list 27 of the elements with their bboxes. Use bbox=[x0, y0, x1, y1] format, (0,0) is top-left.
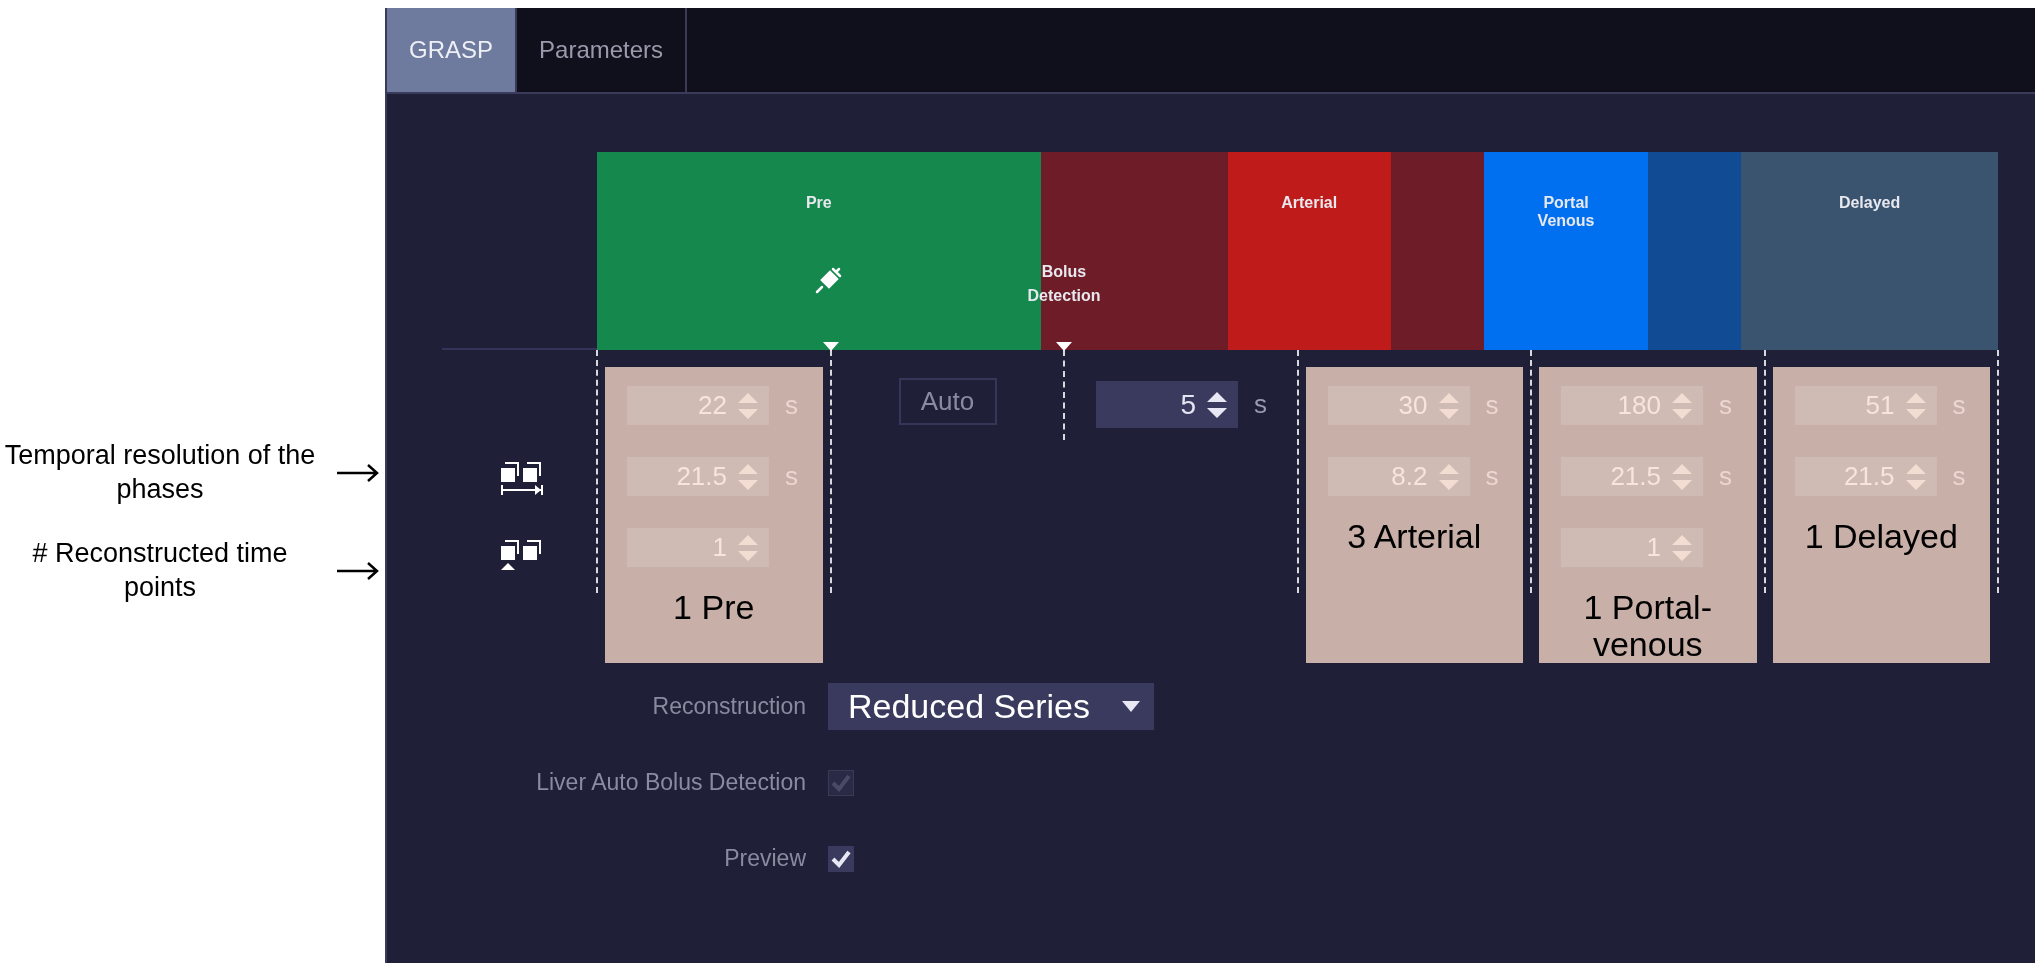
syringe-icon bbox=[813, 266, 843, 296]
annotation-text: 3 Arterial bbox=[1346, 518, 1483, 556]
marker-icon[interactable] bbox=[822, 342, 839, 351]
setting-label: Liver Auto Bolus Detection bbox=[535, 769, 806, 796]
phase-label: Delayed bbox=[1837, 194, 1902, 212]
marker-icon[interactable] bbox=[1056, 342, 1072, 351]
annotation-text: 1 Portal-venous bbox=[1582, 589, 1713, 664]
phase-label: Portal Venous bbox=[1536, 194, 1596, 230]
bolus-detection-label: Bolus Detection bbox=[1026, 262, 1102, 306]
dropdown[interactable]: Reduced Series bbox=[828, 683, 1154, 730]
number-field[interactable]: 5 bbox=[1096, 381, 1238, 428]
phase-label: Pre bbox=[804, 194, 833, 212]
tab[interactable]: Parameters bbox=[517, 8, 688, 92]
auto-button[interactable]: Auto bbox=[898, 378, 997, 425]
setting-label: Preview bbox=[723, 845, 806, 872]
pointer-arrow bbox=[336, 463, 380, 483]
tab[interactable]: GRASP bbox=[387, 8, 518, 92]
phase-label: Arterial bbox=[1280, 194, 1339, 212]
setting-label: Reconstruction bbox=[651, 693, 806, 720]
annotation-text: 1 Pre bbox=[672, 589, 756, 627]
annotation-text: # Reconstructed time points bbox=[31, 537, 289, 604]
unit-label: s bbox=[1254, 389, 1267, 420]
annotation-text: 1 Delayed bbox=[1803, 518, 1959, 556]
checkbox[interactable] bbox=[828, 845, 854, 872]
pointer-arrow bbox=[336, 561, 380, 581]
annotation-text: Temporal resolution of the phases bbox=[3, 439, 317, 506]
caret-icon bbox=[1122, 701, 1140, 712]
